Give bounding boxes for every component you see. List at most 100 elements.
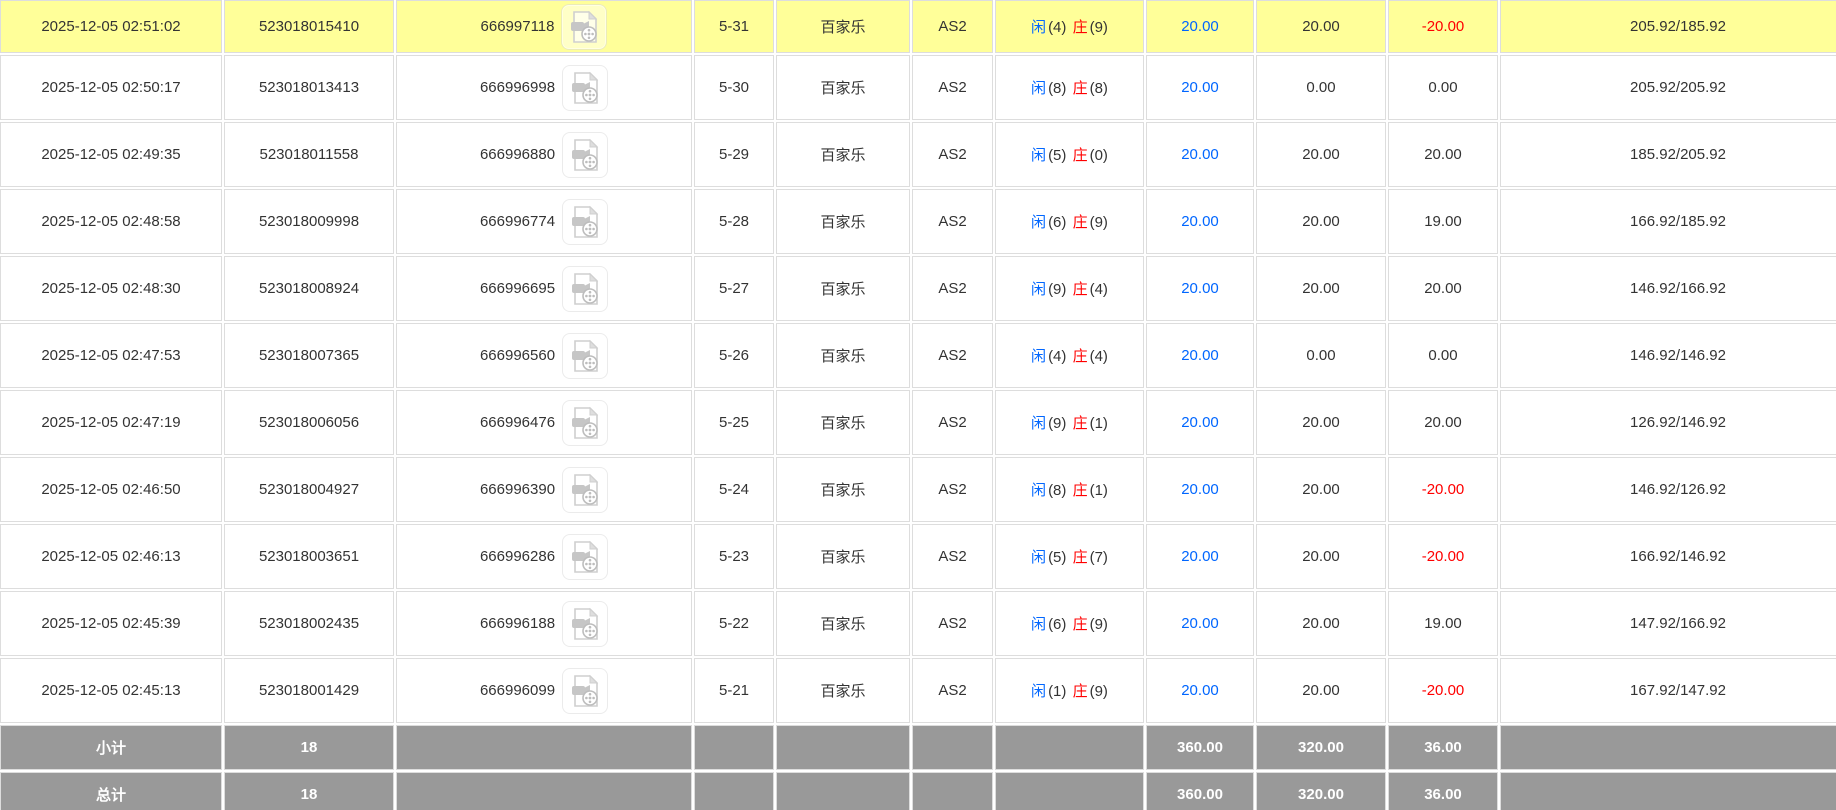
game-no-cell: 666996774 [396,189,692,254]
banker-label: 庄 [1072,683,1088,700]
video-replay-button[interactable] [562,332,609,379]
record-row[interactable]: 2025-12-05 02:49:35 523018011558 666996880… [0,122,1836,187]
summary-empty-result [995,725,1144,770]
player-score: (5) [1048,147,1067,164]
win-loss-cell: 0.00 [1388,55,1498,120]
round-number: 5-23 [718,548,750,565]
summary-empty-round [694,772,774,810]
banker-label: 庄 [1072,482,1088,499]
summary-label: 小计 [95,740,126,757]
video-replay-button[interactable] [562,64,609,111]
table-name-cell: AS2 [912,591,993,656]
video-replay-button[interactable] [562,667,609,714]
result-cell: 闲 (9) 庄 (4) [995,256,1144,321]
win-loss-cell: 19.00 [1388,591,1498,656]
round-number: 5-24 [718,481,750,498]
balance: 146.92/126.92 [1630,481,1726,498]
table-name: AS2 [938,18,967,35]
video-replay-button[interactable] [562,533,609,580]
video-replay-button[interactable] [562,131,609,178]
record-row[interactable]: 2025-12-05 02:48:30 523018008924 666996695… [0,256,1836,321]
round-cell: 5-30 [694,55,774,120]
record-row[interactable]: 2025-12-05 02:48:58 523018009998 666996774… [0,189,1836,254]
video-record-icon [568,205,602,239]
game-no-cell: 666996286 [396,524,692,589]
win-loss-cell: 20.00 [1388,256,1498,321]
round-cell: 5-29 [694,122,774,187]
video-replay-button[interactable] [562,198,609,245]
win-loss: 19.00 [1424,213,1462,230]
player-label: 闲 [1031,281,1047,298]
bet-time-cell: 2025-12-05 02:45:13 [0,658,222,723]
win-loss: 20.00 [1424,414,1462,431]
game-type: 百家乐 [820,482,866,499]
result-cell: 闲 (6) 庄 (9) [995,591,1144,656]
record-row[interactable]: 2025-12-05 02:47:53 523018007365 666996560… [0,323,1836,388]
record-row[interactable]: 2025-12-05 02:45:13 523018001429 666996099… [0,658,1836,723]
record-row[interactable]: 2025-12-05 02:51:02 523018015410 666997118… [0,0,1836,53]
order-no-cell: 523018015410 [224,0,394,53]
order-no: 523018013413 [258,79,360,96]
video-replay-button[interactable] [562,600,609,647]
valid-amount-cell: 0.00 [1256,55,1386,120]
summary-winloss-cell: 36.00 [1388,772,1498,810]
order-no: 523018008924 [258,280,360,297]
summary-empty-result [995,772,1144,810]
game-type-cell: 百家乐 [776,524,910,589]
video-replay-button[interactable] [562,399,609,446]
game-no-cell: 666997118 [396,0,692,53]
game-type-cell: 百家乐 [776,457,910,522]
video-replay-button[interactable] [562,265,609,312]
video-replay-button[interactable] [561,3,608,50]
game-type: 百家乐 [820,348,866,365]
record-row[interactable]: 2025-12-05 02:50:17 523018013413 666996998… [0,55,1836,120]
game-type-cell: 百家乐 [776,55,910,120]
table-name: AS2 [938,548,967,565]
bet-amount-cell: 20.00 [1146,591,1254,656]
summary-valid: 320.00 [1298,739,1344,756]
order-no: 523018009998 [258,213,360,230]
summary-empty-game [776,725,910,770]
summary-empty-balance [1500,725,1836,770]
record-row[interactable]: 2025-12-05 02:46:50 523018004927 666996390… [0,457,1836,522]
game-no: 666996476 [479,414,556,431]
game-no-group: 666996476 [399,399,689,446]
game-type: 百家乐 [820,683,866,700]
win-loss-cell: -20.00 [1388,0,1498,53]
balance-cell: 166.92/185.92 [1500,189,1836,254]
win-loss: 20.00 [1424,146,1462,163]
video-record-icon [568,272,602,306]
game-no: 666996188 [479,615,556,632]
bet-amount: 20.00 [1181,414,1219,431]
order-no: 523018007365 [258,347,360,364]
banker-label: 庄 [1072,19,1088,36]
round-cell: 5-28 [694,189,774,254]
video-replay-button[interactable] [562,466,609,513]
game-no: 666997118 [480,18,555,35]
game-no-group: 666996560 [399,332,689,379]
record-row[interactable]: 2025-12-05 02:47:19 523018006056 666996476… [0,390,1836,455]
record-row[interactable]: 2025-12-05 02:46:13 523018003651 666996286… [0,524,1836,589]
order-no-cell: 523018006056 [224,390,394,455]
game-no-group: 666997118 [399,3,689,50]
valid-amount: 0.00 [1306,347,1336,364]
game-type-cell: 百家乐 [776,0,910,53]
bet-time-cell: 2025-12-05 02:45:39 [0,591,222,656]
result-cell: 闲 (1) 庄 (9) [995,658,1144,723]
bet-time: 2025-12-05 02:48:58 [41,213,181,230]
valid-amount-cell: 20.00 [1256,524,1386,589]
bet-history-page: { "colors": { "highlight": "#FFFF99", "b… [0,0,1836,810]
summary-bet: 360.00 [1177,786,1223,803]
game-no-group: 666996188 [399,600,689,647]
summary-empty-gameno [396,725,692,770]
banker-label: 庄 [1072,147,1088,164]
balance: 167.92/147.92 [1630,682,1726,699]
summary-valid-cell: 320.00 [1256,772,1386,810]
game-no: 666996390 [479,481,556,498]
balance: 166.92/185.92 [1630,213,1726,230]
record-row[interactable]: 2025-12-05 02:45:39 523018002435 666996188… [0,591,1836,656]
game-type: 百家乐 [820,616,866,633]
banker-score: (4) [1089,281,1108,298]
banker-score: (4) [1089,348,1108,365]
game-no-cell: 666996998 [396,55,692,120]
